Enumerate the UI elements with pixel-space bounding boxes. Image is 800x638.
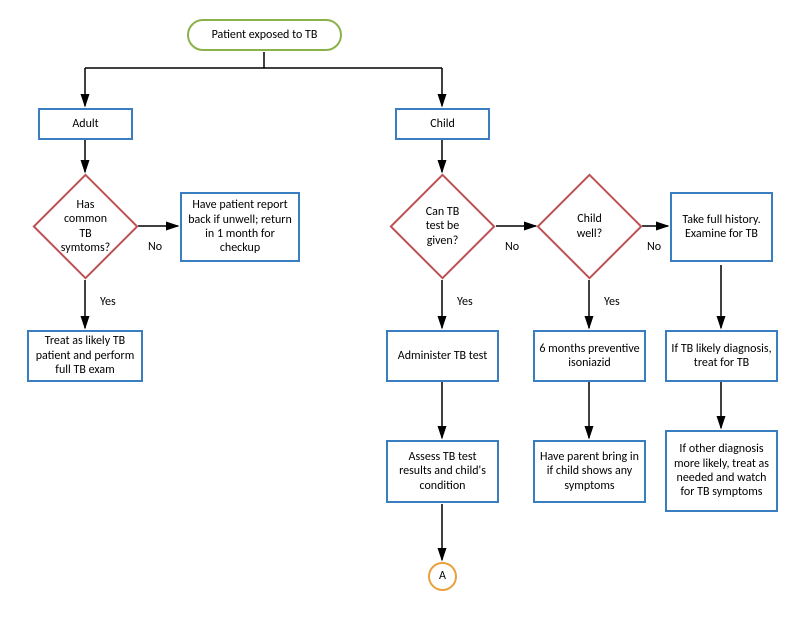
connector-a-text: A	[439, 569, 446, 583]
flow-arrows	[0, 0, 800, 638]
child-node: Child	[395, 108, 490, 140]
isoniazid-text: 6 months preventive isoniazid	[539, 342, 640, 371]
treat-tb-text: If TB likely diagnosis, treat for TB	[671, 342, 772, 371]
parent-bring-text: Have parent bring in if child shows any …	[539, 450, 640, 493]
parent-bring-node: Have parent bring in if child shows any …	[533, 440, 646, 503]
take-history-text: Take full history. Examine for TB	[676, 213, 767, 242]
child-text: Child	[430, 117, 455, 131]
adult-node: Adult	[38, 108, 133, 140]
label-symptoms-yes: Yes	[100, 295, 116, 309]
other-diag-text: If other diagnosis more likely, treat as…	[671, 442, 772, 500]
label-childwell-no: No	[647, 240, 661, 254]
label-symptoms-no: No	[148, 240, 162, 254]
take-history-node: Take full history. Examine for TB	[670, 192, 773, 262]
decision-child-well-text: Child well?	[552, 189, 627, 264]
treat-tb-node: If TB likely diagnosis, treat for TB	[665, 330, 778, 382]
report-back-text: Have patient report back if unwell; retu…	[186, 198, 294, 256]
full-exam-text: Treat as likely TB patient and perform f…	[33, 334, 137, 377]
full-exam-node: Treat as likely TB patient and perform f…	[27, 330, 143, 382]
assess-results-text: Assess TB test results and child's condi…	[392, 450, 493, 493]
label-childwell-yes: Yes	[604, 295, 620, 309]
label-tbtest-no: No	[505, 240, 519, 254]
admin-test-node: Administer TB test	[386, 330, 499, 382]
decision-tb-test: Can TB test be given?	[405, 189, 480, 264]
other-diag-node: If other diagnosis more likely, treat as…	[665, 430, 778, 512]
label-tbtest-yes: Yes	[457, 295, 473, 309]
decision-child-well: Child well?	[552, 189, 627, 264]
decision-tb-test-text: Can TB test be given?	[405, 189, 480, 264]
assess-results-node: Assess TB test results and child's condi…	[386, 440, 499, 503]
admin-test-text: Administer TB test	[398, 349, 488, 363]
report-back-node: Have patient report back if unwell; retu…	[180, 192, 300, 262]
isoniazid-node: 6 months preventive isoniazid	[533, 330, 646, 382]
connector-a: A	[428, 562, 457, 591]
adult-text: Adult	[72, 117, 98, 131]
decision-symptoms: Has common TB symtoms?	[48, 189, 123, 264]
start-text: Patient exposed to TB	[212, 28, 318, 42]
decision-symptoms-text: Has common TB symtoms?	[48, 189, 123, 264]
start-node: Patient exposed to TB	[187, 19, 342, 51]
